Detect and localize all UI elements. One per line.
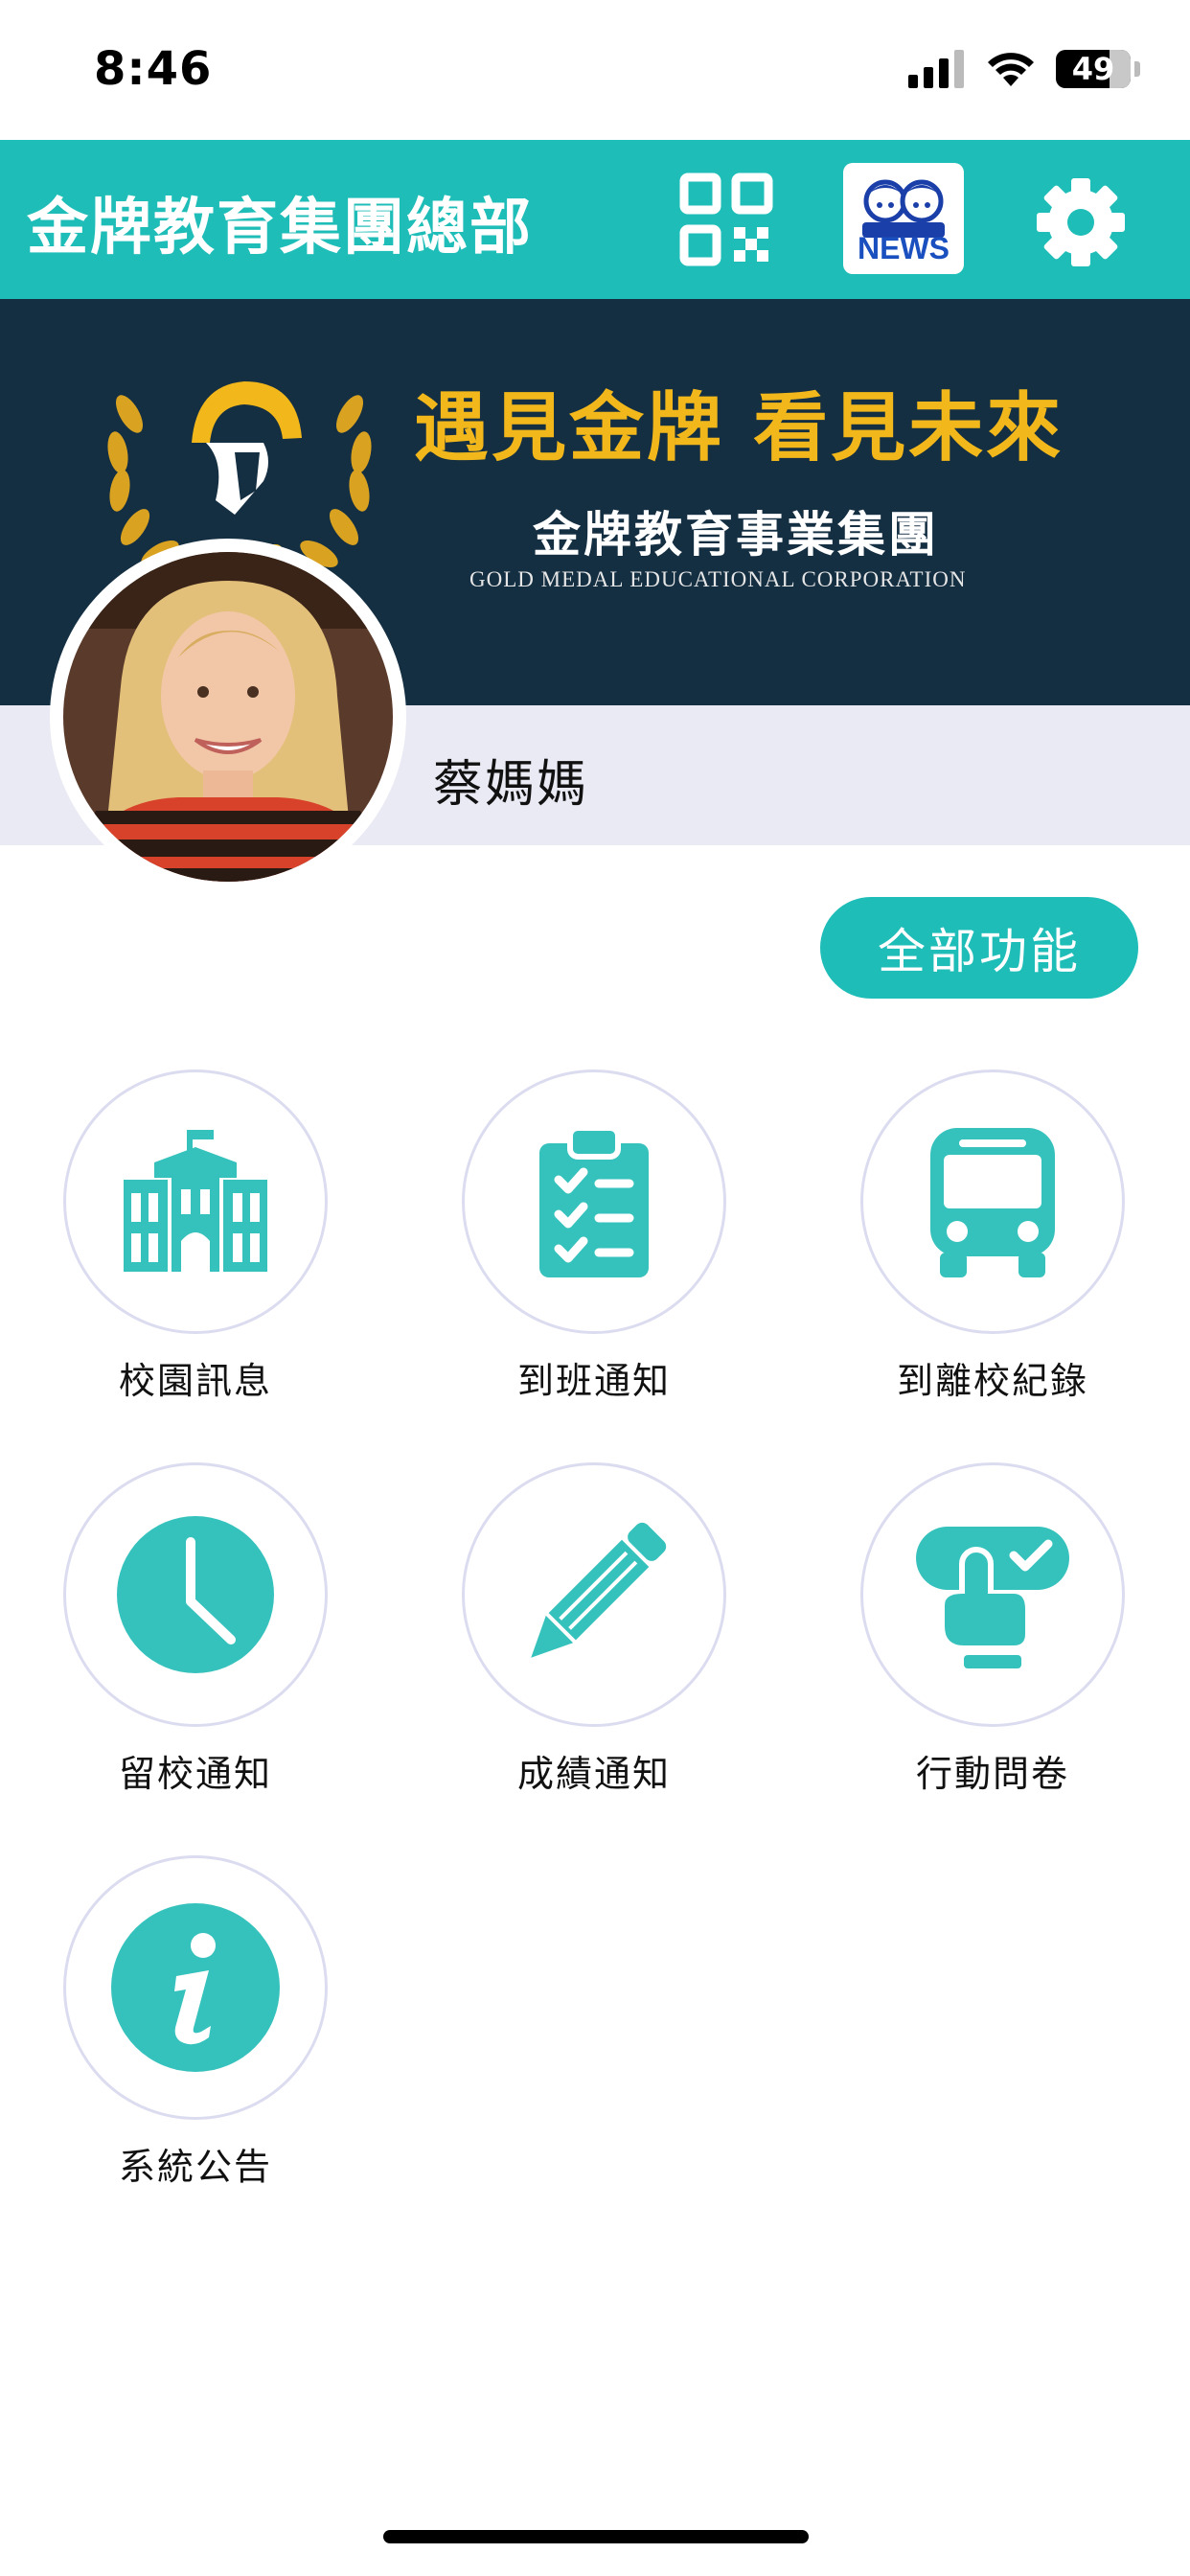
info-icon — [111, 1903, 280, 2072]
cellular-signal-icon — [908, 50, 964, 88]
gear-icon — [1037, 178, 1125, 266]
news-label: NEWS — [858, 231, 950, 265]
qr-code-button[interactable] — [678, 172, 774, 267]
home-indicator[interactable] — [383, 2530, 809, 2543]
feature-stay-after-school[interactable]: 留校通知 — [23, 1462, 368, 1795]
school-building-icon — [124, 1130, 267, 1272]
battery-tip — [1134, 61, 1140, 77]
feature-circle — [860, 1462, 1125, 1727]
feature-label: 到離校紀錄 — [896, 1360, 1088, 1402]
feature-label: 成績通知 — [516, 1753, 671, 1795]
feature-label: 行動問卷 — [915, 1753, 1069, 1795]
avatar[interactable] — [50, 539, 406, 895]
status-bar: 8:46 49 — [0, 0, 1190, 140]
banner-slogan: 遇見金牌 看見未來 — [414, 385, 1064, 472]
feature-class-arrival[interactable]: 到班通知 — [422, 1070, 767, 1402]
feature-label: 到班通知 — [516, 1360, 671, 1402]
app-header: 金牌教育集團總部 NEWS — [0, 140, 1190, 299]
feature-circle — [63, 1070, 328, 1334]
all-functions-button[interactable]: 全部功能 — [820, 897, 1138, 999]
feature-school-attendance[interactable]: 到離校紀錄 — [820, 1070, 1165, 1402]
bus-icon — [930, 1128, 1055, 1277]
avatar-photo — [63, 552, 393, 882]
feature-circle — [860, 1070, 1125, 1334]
feature-circle — [63, 1855, 328, 2120]
feature-label: 留校通知 — [118, 1753, 272, 1795]
children-news-icon — [862, 179, 945, 238]
feature-label: 校園訊息 — [118, 1360, 272, 1402]
status-icons: 49 — [908, 50, 1140, 88]
clock-icon — [117, 1516, 274, 1673]
feature-grade-notice[interactable]: 成績通知 — [422, 1462, 767, 1795]
banner-company-english-name: GOLD MEDAL EDUCATIONAL CORPORATION — [469, 567, 967, 591]
feature-system-announcement[interactable]: 系統公告 — [23, 1855, 368, 2188]
feature-circle — [462, 1070, 726, 1334]
app-title: 金牌教育集團總部 — [27, 193, 533, 264]
feature-campus-news[interactable]: 校園訊息 — [23, 1070, 368, 1402]
feature-mobile-survey[interactable]: 行動問卷 — [820, 1462, 1165, 1795]
feature-circle — [63, 1462, 328, 1727]
tap-check-icon — [916, 1527, 1069, 1668]
news-button[interactable]: NEWS — [843, 163, 964, 274]
wifi-icon — [988, 53, 1034, 86]
settings-button[interactable] — [1035, 176, 1127, 268]
battery-icon: 49 — [1056, 50, 1131, 88]
banner-company-name: 金牌教育事業集團 — [533, 507, 939, 563]
parent-name: 蔡媽媽 — [433, 756, 589, 814]
status-time: 8:46 — [94, 42, 213, 96]
feature-label: 系統公告 — [118, 2146, 272, 2188]
clipboard-checklist-icon — [539, 1125, 649, 1277]
pencil-icon — [531, 1522, 667, 1658]
feature-circle — [462, 1462, 726, 1727]
battery-level: 49 — [1071, 51, 1115, 87]
qr-code-icon — [679, 172, 773, 266]
